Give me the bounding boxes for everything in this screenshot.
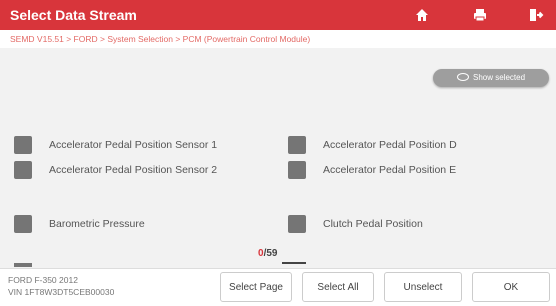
vehicle-model: FORD F-350 2012 bbox=[8, 275, 78, 285]
stream-item-accelerator-sensor-1[interactable]: Accelerator Pedal Position Sensor 1 bbox=[14, 133, 264, 157]
stream-item-label: Accelerator Pedal Position D bbox=[323, 139, 457, 151]
select-all-button[interactable]: Select All bbox=[302, 272, 374, 302]
show-selected-button[interactable]: Show selected bbox=[433, 69, 549, 87]
stream-item-barometric-pressure[interactable]: Barometric Pressure bbox=[14, 212, 264, 236]
stream-item-accelerator-position-d[interactable]: Accelerator Pedal Position D bbox=[288, 133, 538, 157]
checkbox[interactable] bbox=[288, 136, 306, 154]
counter-underline bbox=[282, 262, 306, 264]
exit-icon[interactable] bbox=[526, 6, 544, 24]
stream-item-clutch-pedal-position[interactable]: Clutch Pedal Position bbox=[288, 212, 538, 236]
stream-item-accelerator-position-e[interactable]: Accelerator Pedal Position E bbox=[288, 158, 538, 182]
checkbox[interactable] bbox=[288, 215, 306, 233]
title-bar: Select Data Stream bbox=[0, 0, 556, 30]
vehicle-info: FORD F-350 2012 VIN 1FT8W3DT5CEB00030 bbox=[8, 274, 114, 298]
stream-item-label: Barometric Pressure bbox=[49, 218, 145, 230]
print-icon[interactable] bbox=[471, 6, 489, 24]
ok-button[interactable]: OK bbox=[472, 272, 550, 302]
unselect-button[interactable]: Unselect bbox=[384, 272, 462, 302]
checkbox[interactable] bbox=[14, 136, 32, 154]
checkbox-partial[interactable] bbox=[14, 263, 32, 267]
checkbox[interactable] bbox=[288, 161, 306, 179]
checkbox[interactable] bbox=[14, 161, 32, 179]
stream-item-label: Accelerator Pedal Position Sensor 1 bbox=[49, 139, 218, 151]
vehicle-vin: VIN 1FT8W3DT5CEB00030 bbox=[8, 287, 115, 297]
home-icon[interactable] bbox=[413, 6, 431, 24]
selection-counter: 0/59 bbox=[258, 248, 277, 259]
stream-item-label: Clutch Pedal Position bbox=[323, 218, 423, 230]
select-page-button[interactable]: Select Page bbox=[220, 272, 292, 302]
stream-item-label: Accelerator Pedal Position E bbox=[323, 164, 457, 176]
stream-item-accelerator-sensor-2[interactable]: Accelerator Pedal Position Sensor 2 bbox=[14, 158, 264, 182]
eye-icon bbox=[456, 73, 469, 81]
bottom-toolbar: FORD F-350 2012 VIN 1FT8W3DT5CEB00030 Se… bbox=[0, 268, 556, 306]
total-count: 59 bbox=[266, 248, 278, 259]
stream-item-label: Accelerator Pedal Position Sensor 2 bbox=[49, 164, 218, 176]
breadcrumb: SEMD V15.51 > FORD > System Selection > … bbox=[0, 30, 556, 48]
checkbox[interactable] bbox=[14, 215, 32, 233]
show-selected-label: Show selected bbox=[472, 73, 526, 82]
page-title: Select Data Stream bbox=[10, 7, 137, 23]
